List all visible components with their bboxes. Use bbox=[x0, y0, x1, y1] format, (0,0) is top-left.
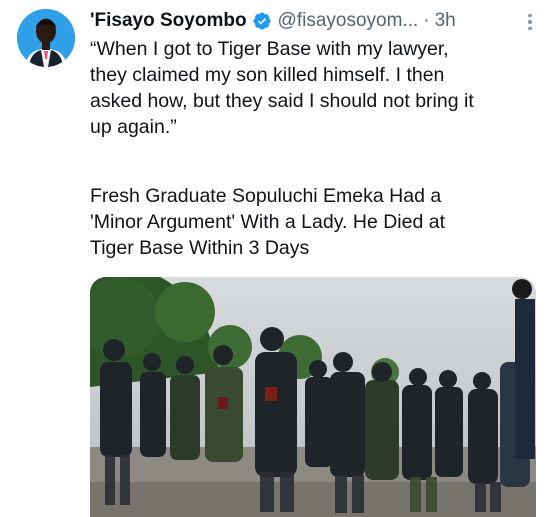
verified-badge-icon bbox=[252, 11, 272, 31]
tweet-header: 'Fisayo Soyombo @fisayosoyom... · 3h bbox=[90, 8, 538, 34]
author-name[interactable]: 'Fisayo Soyombo bbox=[90, 10, 247, 32]
tweet-quote-text: “When I got to Tiger Base with my lawyer… bbox=[90, 38, 474, 138]
header-separator: · bbox=[423, 10, 430, 31]
tweet-card[interactable]: 'Fisayo Soyombo @fisayosoyom... · 3h “Wh… bbox=[0, 0, 552, 517]
tweet-headline-text: Fresh Graduate Sopuluchi Emeka Had a 'Mi… bbox=[90, 185, 445, 259]
tweet-timestamp[interactable]: 3h bbox=[435, 10, 456, 32]
author-handle[interactable]: @fisayosoyom... bbox=[278, 10, 419, 32]
more-options-icon[interactable] bbox=[522, 10, 538, 34]
tweet-media-image[interactable] bbox=[90, 277, 536, 517]
author-avatar[interactable] bbox=[17, 9, 75, 67]
